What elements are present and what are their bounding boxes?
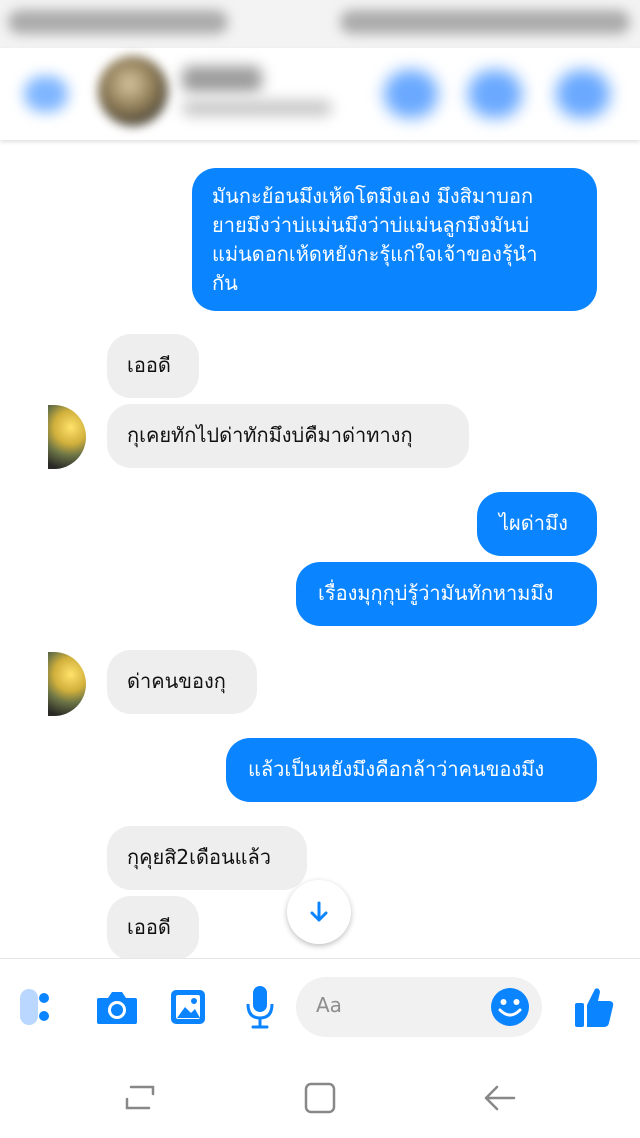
message-bubble-outgoing[interactable]: ไผด่ามึง: [477, 492, 597, 556]
message-bubble-incoming[interactable]: กุคุยสิ2เดือนแล้ว: [107, 826, 307, 890]
scroll-to-bottom-button[interactable]: [287, 880, 351, 944]
video-camera-icon[interactable]: [468, 70, 522, 118]
status-icons-left: [8, 10, 228, 34]
sender-avatar[interactable]: [48, 652, 86, 716]
message-bubble-outgoing[interactable]: มันกะย้อนมึงเห้ดโตมึงเอง มึงสิมาบอก ยายม…: [192, 168, 597, 311]
emoji-icon[interactable]: [490, 987, 530, 1027]
message-input[interactable]: Aa: [296, 977, 542, 1037]
contact-status: [182, 100, 332, 116]
arrow-down-icon: [310, 901, 328, 922]
message-bubble-incoming[interactable]: กุเคยทักไปด่าทักมึงบ่คืมาด่าทางกุ: [107, 404, 469, 468]
back-arrow-icon[interactable]: [24, 76, 68, 112]
message-bubble-incoming[interactable]: เออดี: [107, 334, 199, 398]
info-icon[interactable]: [556, 70, 610, 118]
message-bubble-incoming[interactable]: เออดี: [107, 896, 199, 960]
phone-icon[interactable]: [384, 70, 438, 118]
sender-avatar[interactable]: [48, 405, 86, 469]
conversation-header: [0, 48, 640, 140]
contact-avatar[interactable]: [98, 56, 168, 126]
more-dots-icon[interactable]: [20, 983, 50, 1031]
home-icon[interactable]: [300, 1078, 340, 1118]
image-icon[interactable]: [168, 985, 208, 1029]
nav-back-icon[interactable]: [480, 1078, 520, 1118]
recent-apps-icon[interactable]: [120, 1078, 160, 1118]
message-input-placeholder: Aa: [316, 993, 342, 1017]
message-composer: Aa: [0, 958, 640, 1055]
status-bar: [0, 0, 640, 48]
thumbs-up-icon[interactable]: [572, 983, 616, 1031]
message-bubble-outgoing[interactable]: แล้วเป็นหยังมึงคือกล้าว่าคนของมึง: [226, 738, 597, 802]
message-bubble-outgoing[interactable]: เรื่องมุกุกุบ่รู้ว่ามันทักหามมึง: [296, 562, 597, 626]
status-icons-right: [340, 10, 630, 34]
message-bubble-incoming[interactable]: ด่าคนของกุ: [107, 650, 257, 714]
contact-name[interactable]: [182, 66, 262, 92]
microphone-icon[interactable]: [244, 983, 276, 1031]
camera-icon[interactable]: [94, 985, 140, 1029]
system-navigation-bar: [0, 1054, 640, 1138]
